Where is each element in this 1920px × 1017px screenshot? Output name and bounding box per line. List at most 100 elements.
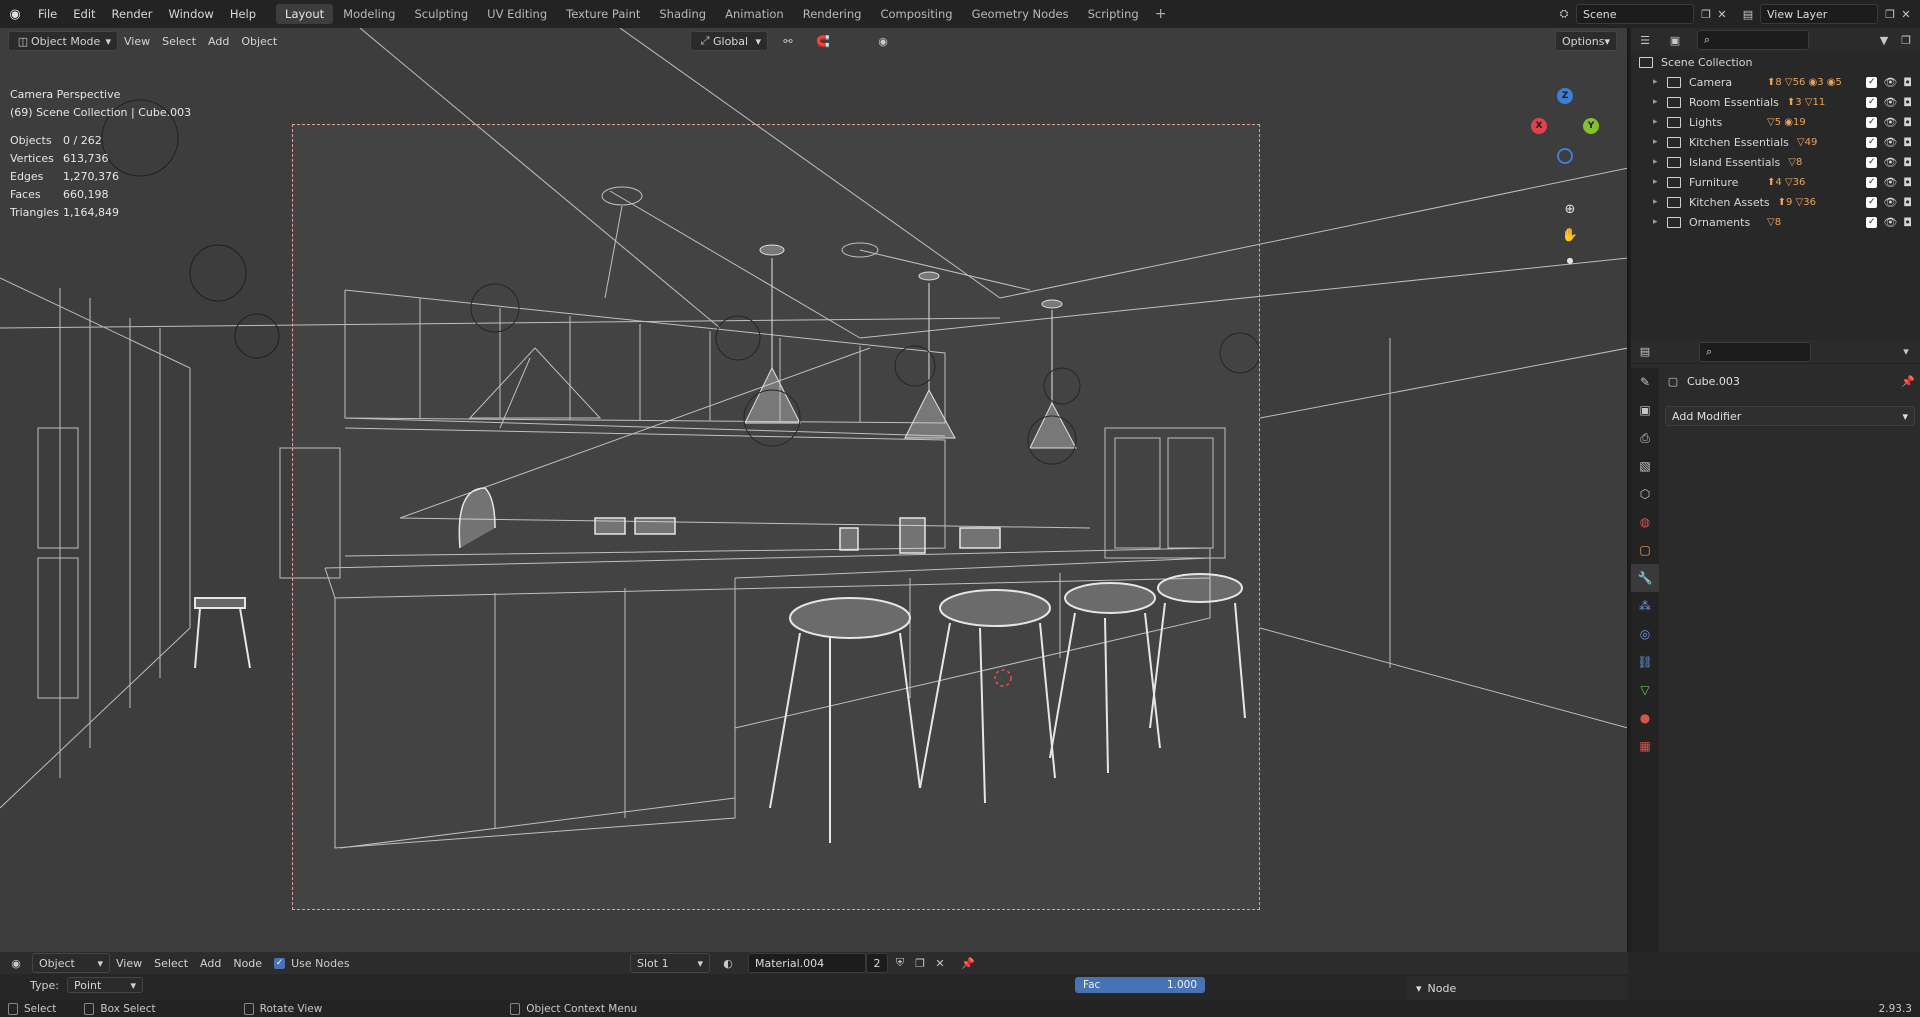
- pan-hand-icon[interactable]: ✋: [1559, 224, 1581, 246]
- render-camera-icon[interactable]: ◘: [1903, 116, 1912, 129]
- chevron-down-icon[interactable]: ▾: [1898, 344, 1914, 360]
- expand-icon[interactable]: ▸: [1653, 177, 1667, 187]
- camera-view-icon[interactable]: ⏺: [1559, 250, 1581, 272]
- render-camera-icon[interactable]: ◘: [1903, 96, 1912, 109]
- 3d-viewport[interactable]: ◫ Object Mode ▾ View Select Add Object ⤢ Gl…: [0, 28, 1628, 952]
- duplicate-material-icon[interactable]: ❐: [912, 955, 928, 971]
- tool-icon[interactable]: ✎: [1631, 368, 1659, 396]
- material-users-count[interactable]: 2: [866, 953, 888, 973]
- view-layer-icon[interactable]: ▧: [1631, 452, 1659, 480]
- expand-icon[interactable]: ▸: [1653, 97, 1667, 107]
- tab-sculpting[interactable]: Sculpting: [405, 4, 477, 24]
- outliner-item-island-essentials[interactable]: ▸ Island Essentials ▽8 ✓ 👁 ◘: [1631, 152, 1920, 172]
- use-nodes-checkbox[interactable]: ✓: [274, 957, 286, 969]
- outliner-item-kitchen-essentials[interactable]: ▸ Kitchen Essentials ▽49 ✓ 👁 ◘: [1631, 132, 1920, 152]
- fake-user-shield-icon[interactable]: ⛨: [892, 955, 908, 971]
- zoom-icon[interactable]: ⊕: [1559, 198, 1581, 220]
- viewport-menu-view[interactable]: View: [118, 31, 156, 51]
- menu-render[interactable]: Render: [104, 7, 161, 21]
- node-menu-add[interactable]: Add: [194, 953, 227, 973]
- filter-icon[interactable]: ▼: [1876, 32, 1892, 48]
- menu-window[interactable]: Window: [160, 7, 221, 21]
- transform-orientation-selector[interactable]: ⤢ Global ▾: [690, 31, 768, 51]
- include-checkbox[interactable]: ✓: [1866, 116, 1878, 128]
- include-checkbox[interactable]: ✓: [1866, 96, 1878, 108]
- menu-file[interactable]: File: [30, 7, 65, 21]
- outliner-item-furniture[interactable]: ▸ Furniture ⬆4 ▽36 ✓ 👁 ◘: [1631, 172, 1920, 192]
- snap-icon[interactable]: 🧲: [815, 33, 831, 49]
- render-camera-icon[interactable]: ◘: [1903, 196, 1912, 209]
- expand-icon[interactable]: ▸: [1653, 77, 1667, 87]
- render-camera-icon[interactable]: ◘: [1903, 216, 1912, 229]
- slot-selector[interactable]: Slot 1 ▾: [630, 953, 710, 973]
- pin-icon[interactable]: 📌: [1901, 375, 1915, 388]
- expand-icon[interactable]: ▸: [1653, 157, 1667, 167]
- viewport-menu-select[interactable]: Select: [156, 31, 202, 51]
- tab-geometry-nodes[interactable]: Geometry Nodes: [963, 4, 1078, 24]
- include-checkbox[interactable]: ✓: [1866, 196, 1878, 208]
- mode-selector[interactable]: ◫ Object Mode ▾: [8, 31, 118, 51]
- view-layer-icon[interactable]: ▤: [1740, 6, 1756, 22]
- outliner-item-room-essentials[interactable]: ▸ Room Essentials ⬆3 ▽11 ✓ 👁 ◘: [1631, 92, 1920, 112]
- include-checkbox[interactable]: ✓: [1866, 76, 1878, 88]
- render-camera-icon[interactable]: ◘: [1903, 176, 1912, 189]
- scene-selector[interactable]: Scene: [1576, 4, 1694, 24]
- render-camera-icon[interactable]: ◘: [1903, 76, 1912, 89]
- tab-shading[interactable]: Shading: [650, 4, 715, 24]
- eye-icon[interactable]: 👁: [1883, 176, 1897, 189]
- type-selector[interactable]: Point ▾: [66, 977, 143, 993]
- add-workspace-icon[interactable]: +: [1149, 6, 1173, 22]
- properties-search-input[interactable]: ⌕: [1699, 341, 1811, 362]
- scene-icon[interactable]: ⬡: [1631, 480, 1659, 508]
- pivot-icon[interactable]: ⚯: [780, 33, 796, 49]
- node-menu-node[interactable]: Node: [227, 953, 268, 973]
- eye-icon[interactable]: 👁: [1883, 116, 1897, 129]
- expand-icon[interactable]: ▸: [1653, 117, 1667, 127]
- blender-logo-icon[interactable]: ◉: [0, 7, 30, 22]
- viewport-menu-object[interactable]: Object: [235, 31, 283, 51]
- tab-scripting[interactable]: Scripting: [1079, 4, 1148, 24]
- outliner-search-input[interactable]: ⌕: [1697, 30, 1809, 50]
- eye-icon[interactable]: 👁: [1883, 216, 1897, 229]
- output-icon[interactable]: ⎙: [1631, 424, 1659, 452]
- fac-slider[interactable]: Fac 1.000: [1075, 977, 1205, 993]
- expand-icon[interactable]: ▸: [1653, 217, 1667, 227]
- axis-z-icon[interactable]: Z: [1557, 88, 1573, 104]
- menu-edit[interactable]: Edit: [65, 7, 103, 21]
- scene-icon[interactable]: ⛭: [1556, 6, 1572, 22]
- texture-icon[interactable]: ▦: [1631, 732, 1659, 760]
- options-button[interactable]: Options ▾: [1555, 31, 1617, 51]
- data-icon[interactable]: ▽: [1631, 676, 1659, 704]
- tab-animation[interactable]: Animation: [716, 4, 793, 24]
- tab-modeling[interactable]: Modeling: [334, 4, 404, 24]
- render-camera-icon[interactable]: ◘: [1903, 156, 1912, 169]
- render-icon[interactable]: ▣: [1631, 396, 1659, 424]
- node-sidebar-panel[interactable]: ▾ Node: [1406, 976, 1628, 1000]
- node-menu-view[interactable]: View: [110, 953, 148, 973]
- tab-compositing[interactable]: Compositing: [871, 4, 961, 24]
- outliner-item-camera[interactable]: ▸ Camera ⬆8 ▽56 ◉3 ◉5 ✓ 👁 ◘: [1631, 72, 1920, 92]
- tab-rendering[interactable]: Rendering: [794, 4, 871, 24]
- menu-help[interactable]: Help: [222, 7, 264, 21]
- axis-y-icon[interactable]: Y: [1583, 118, 1599, 134]
- world-icon[interactable]: ◍: [1631, 508, 1659, 536]
- axis-x-icon[interactable]: X: [1531, 118, 1547, 134]
- eye-icon[interactable]: 👁: [1883, 136, 1897, 149]
- outliner-root[interactable]: Scene Collection: [1631, 52, 1920, 72]
- eye-icon[interactable]: 👁: [1883, 96, 1897, 109]
- editor-type-icon[interactable]: ☰: [1637, 32, 1653, 48]
- axis-neg-z-icon[interactable]: [1557, 148, 1573, 164]
- new-collection-icon[interactable]: ❐: [1898, 32, 1914, 48]
- modifier-wrench-icon[interactable]: 🔧: [1631, 564, 1659, 592]
- unlink-material-icon[interactable]: ✕: [932, 955, 948, 971]
- particles-icon[interactable]: ⁂: [1631, 592, 1659, 620]
- include-checkbox[interactable]: ✓: [1866, 136, 1878, 148]
- delete-view-layer-icon[interactable]: ✕: [1898, 6, 1914, 22]
- expand-icon[interactable]: ▸: [1653, 137, 1667, 147]
- material-icon[interactable]: ●: [1631, 704, 1659, 732]
- outliner-item-lights[interactable]: ▸ Lights ▽5 ◉19 ✓ 👁 ◘: [1631, 112, 1920, 132]
- delete-scene-icon[interactable]: ✕: [1714, 6, 1730, 22]
- new-view-layer-icon[interactable]: ❐: [1882, 6, 1898, 22]
- physics-icon[interactable]: ◎: [1631, 620, 1659, 648]
- editor-type-icon[interactable]: ▤: [1637, 344, 1653, 360]
